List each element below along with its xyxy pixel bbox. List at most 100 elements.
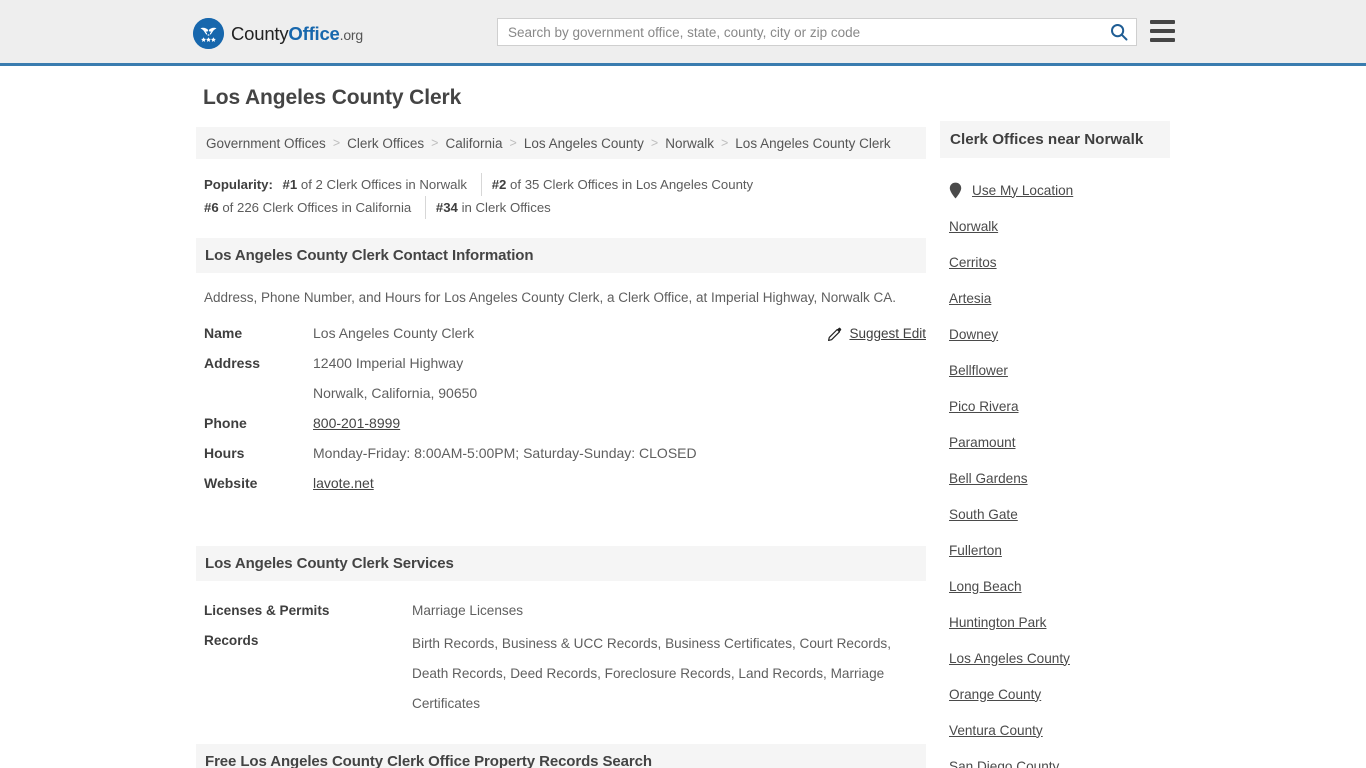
- popularity-item-2: #6 of 226 Clerk Offices in California: [204, 196, 427, 219]
- popularity-line-2: #6 of 226 Clerk Offices in California #3…: [204, 196, 926, 219]
- website-link[interactable]: lavote.net: [313, 475, 374, 491]
- sidebar-item-paramount[interactable]: Paramount: [949, 424, 1170, 460]
- sidebar-item-bellflower[interactable]: Bellflower: [949, 352, 1170, 388]
- breadcrumb-separator: >: [650, 136, 659, 150]
- logo-text-tld: .org: [339, 26, 364, 43]
- sidebar-item-south-gate[interactable]: South Gate: [949, 496, 1170, 532]
- site-logo[interactable]: CountyOffice.org: [193, 18, 363, 49]
- page-title: Los Angeles County Clerk: [203, 86, 462, 109]
- popularity-label: Popularity:: [204, 177, 273, 192]
- sidebar-link[interactable]: Los Angeles County: [949, 651, 1070, 666]
- sidebar-link[interactable]: Fullerton: [949, 543, 1002, 558]
- popularity-item-0: #1 of 2 Clerk Offices in Norwalk: [282, 173, 483, 196]
- popularity-text-3: in Clerk Offices: [461, 200, 551, 215]
- services-row-label: Records: [204, 633, 259, 648]
- contact-row-address-line2: Norwalk, California, 90650: [204, 385, 926, 415]
- contact-row-phone: Phone 800-201-8999: [204, 415, 926, 445]
- sidebar-item-huntington-park[interactable]: Huntington Park: [949, 604, 1170, 640]
- sidebar-item-bell-gardens[interactable]: Bell Gardens: [949, 460, 1170, 496]
- contact-row-label: Address: [204, 355, 261, 371]
- contact-row-value-wrap: 800-201-8999: [313, 415, 400, 431]
- breadcrumb-separator: >: [332, 136, 341, 150]
- popularity-rank-0: #1: [282, 177, 298, 192]
- services-row-label: Licenses & Permits: [204, 603, 330, 618]
- popularity-line-1: Popularity: #1 of 2 Clerk Offices in Nor…: [204, 173, 926, 196]
- breadcrumb-separator: >: [431, 136, 439, 150]
- sidebar-item-pico-rivera[interactable]: Pico Rivera: [949, 388, 1170, 424]
- property-search-section-heading: Free Los Angeles County Clerk Office Pro…: [205, 753, 652, 768]
- sidebar: Clerk Offices near Norwalk Use My Locati…: [940, 121, 1170, 768]
- sidebar-item-cerritos[interactable]: Cerritos: [949, 244, 1170, 280]
- breadcrumb-item-0[interactable]: Government Offices: [206, 136, 326, 151]
- breadcrumb-item-4[interactable]: Norwalk: [665, 136, 714, 151]
- sidebar-link[interactable]: Ventura County: [949, 723, 1043, 738]
- contact-row-value: Norwalk, California, 90650: [313, 385, 478, 401]
- breadcrumb-item-3[interactable]: Los Angeles County: [524, 136, 644, 151]
- sidebar-item-downey[interactable]: Downey: [949, 316, 1170, 352]
- sidebar-item-san-diego-county[interactable]: San Diego County: [949, 748, 1170, 768]
- popularity-rank-2: #6: [204, 200, 219, 215]
- breadcrumb: Government Offices > Clerk Offices > Cal…: [196, 127, 926, 159]
- search-icon: [1110, 23, 1128, 41]
- contact-row-value: Monday-Friday: 8:00AM-5:00PM; Saturday-S…: [313, 445, 697, 461]
- sidebar-heading: Clerk Offices near Norwalk: [950, 131, 1144, 148]
- hamburger-bar-3: [1150, 38, 1175, 42]
- map-pin-icon: [949, 182, 962, 199]
- logo-text-office: Office: [288, 22, 340, 44]
- contact-row-value: Los Angeles County Clerk: [313, 325, 475, 341]
- suggest-edit-button[interactable]: Suggest Edit: [828, 326, 926, 341]
- sidebar-item-orange-county[interactable]: Orange County: [949, 676, 1170, 712]
- contact-info-table: Suggest Edit Name Los Angeles County Cle…: [204, 325, 926, 505]
- sidebar-use-my-location-label[interactable]: Use My Location: [972, 183, 1073, 198]
- sidebar-link[interactable]: Pico Rivera: [949, 399, 1019, 414]
- hamburger-menu-icon[interactable]: [1150, 20, 1175, 42]
- sidebar-item-norwalk[interactable]: Norwalk: [949, 208, 1170, 244]
- breadcrumb-item-current: Los Angeles County Clerk: [735, 135, 891, 151]
- sidebar-item-artesia[interactable]: Artesia: [949, 280, 1170, 316]
- search-input[interactable]: [498, 19, 1102, 45]
- sidebar-item-use-my-location[interactable]: Use My Location: [949, 172, 1170, 208]
- sidebar-item-fullerton[interactable]: Fullerton: [949, 532, 1170, 568]
- popularity-item-1: #2 of 35 Clerk Offices in Los Angeles Co…: [492, 173, 767, 196]
- services-row-records: Records Birth Records, Business & UCC Re…: [204, 629, 926, 719]
- contact-row-address: Address 12400 Imperial Highway: [204, 355, 926, 385]
- sidebar-link[interactable]: Bell Gardens: [949, 471, 1028, 486]
- site-logo-text: CountyOffice.org: [231, 23, 363, 45]
- sidebar-item-long-beach[interactable]: Long Beach: [949, 568, 1170, 604]
- services-section-heading: Los Angeles County Clerk Services: [205, 555, 454, 572]
- popularity-item-3: #34 in Clerk Offices: [436, 196, 565, 219]
- contact-row-value: 12400 Imperial Highway: [313, 355, 464, 371]
- services-row-licenses: Licenses & Permits Marriage Licenses: [204, 599, 926, 623]
- breadcrumb-separator: >: [720, 136, 729, 150]
- sidebar-link[interactable]: Bellflower: [949, 363, 1008, 378]
- sidebar-item-los-angeles-county[interactable]: Los Angeles County: [949, 640, 1170, 676]
- sidebar-link[interactable]: Huntington Park: [949, 615, 1046, 630]
- sidebar-link[interactable]: South Gate: [949, 507, 1018, 522]
- sidebar-link[interactable]: San Diego County: [949, 759, 1059, 768]
- contact-row-label: Phone: [204, 415, 247, 431]
- sidebar-item-ventura-county[interactable]: Ventura County: [949, 712, 1170, 748]
- sidebar-link[interactable]: Downey: [949, 327, 998, 342]
- search-bar[interactable]: [497, 18, 1137, 46]
- site-header: CountyOffice.org: [0, 0, 1366, 66]
- breadcrumb-item-2[interactable]: California: [445, 136, 502, 151]
- edit-pencil-icon: [828, 327, 842, 341]
- property-search-section-header: Free Los Angeles County Clerk Office Pro…: [196, 744, 926, 768]
- contact-row-name: Name Los Angeles County Clerk: [204, 325, 926, 355]
- contact-row-label: Website: [204, 475, 258, 491]
- phone-link[interactable]: 800-201-8999: [313, 415, 400, 431]
- contact-section-heading: Los Angeles County Clerk Contact Informa…: [205, 247, 534, 264]
- search-button[interactable]: [1102, 19, 1136, 45]
- sidebar-link[interactable]: Artesia: [949, 291, 991, 306]
- services-table: Licenses & Permits Marriage Licenses Rec…: [204, 599, 926, 719]
- sidebar-link[interactable]: Norwalk: [949, 219, 998, 234]
- sidebar-link[interactable]: Orange County: [949, 687, 1041, 702]
- services-row-value: Birth Records, Business & UCC Records, B…: [412, 636, 891, 711]
- contact-section-description: Address, Phone Number, and Hours for Los…: [204, 290, 897, 305]
- services-section-header: Los Angeles County Clerk Services: [196, 546, 926, 581]
- breadcrumb-item-1[interactable]: Clerk Offices: [347, 136, 424, 151]
- sidebar-link[interactable]: Long Beach: [949, 579, 1022, 594]
- sidebar-link[interactable]: Cerritos: [949, 255, 997, 270]
- contact-row-label: Hours: [204, 445, 245, 461]
- sidebar-link[interactable]: Paramount: [949, 435, 1016, 450]
